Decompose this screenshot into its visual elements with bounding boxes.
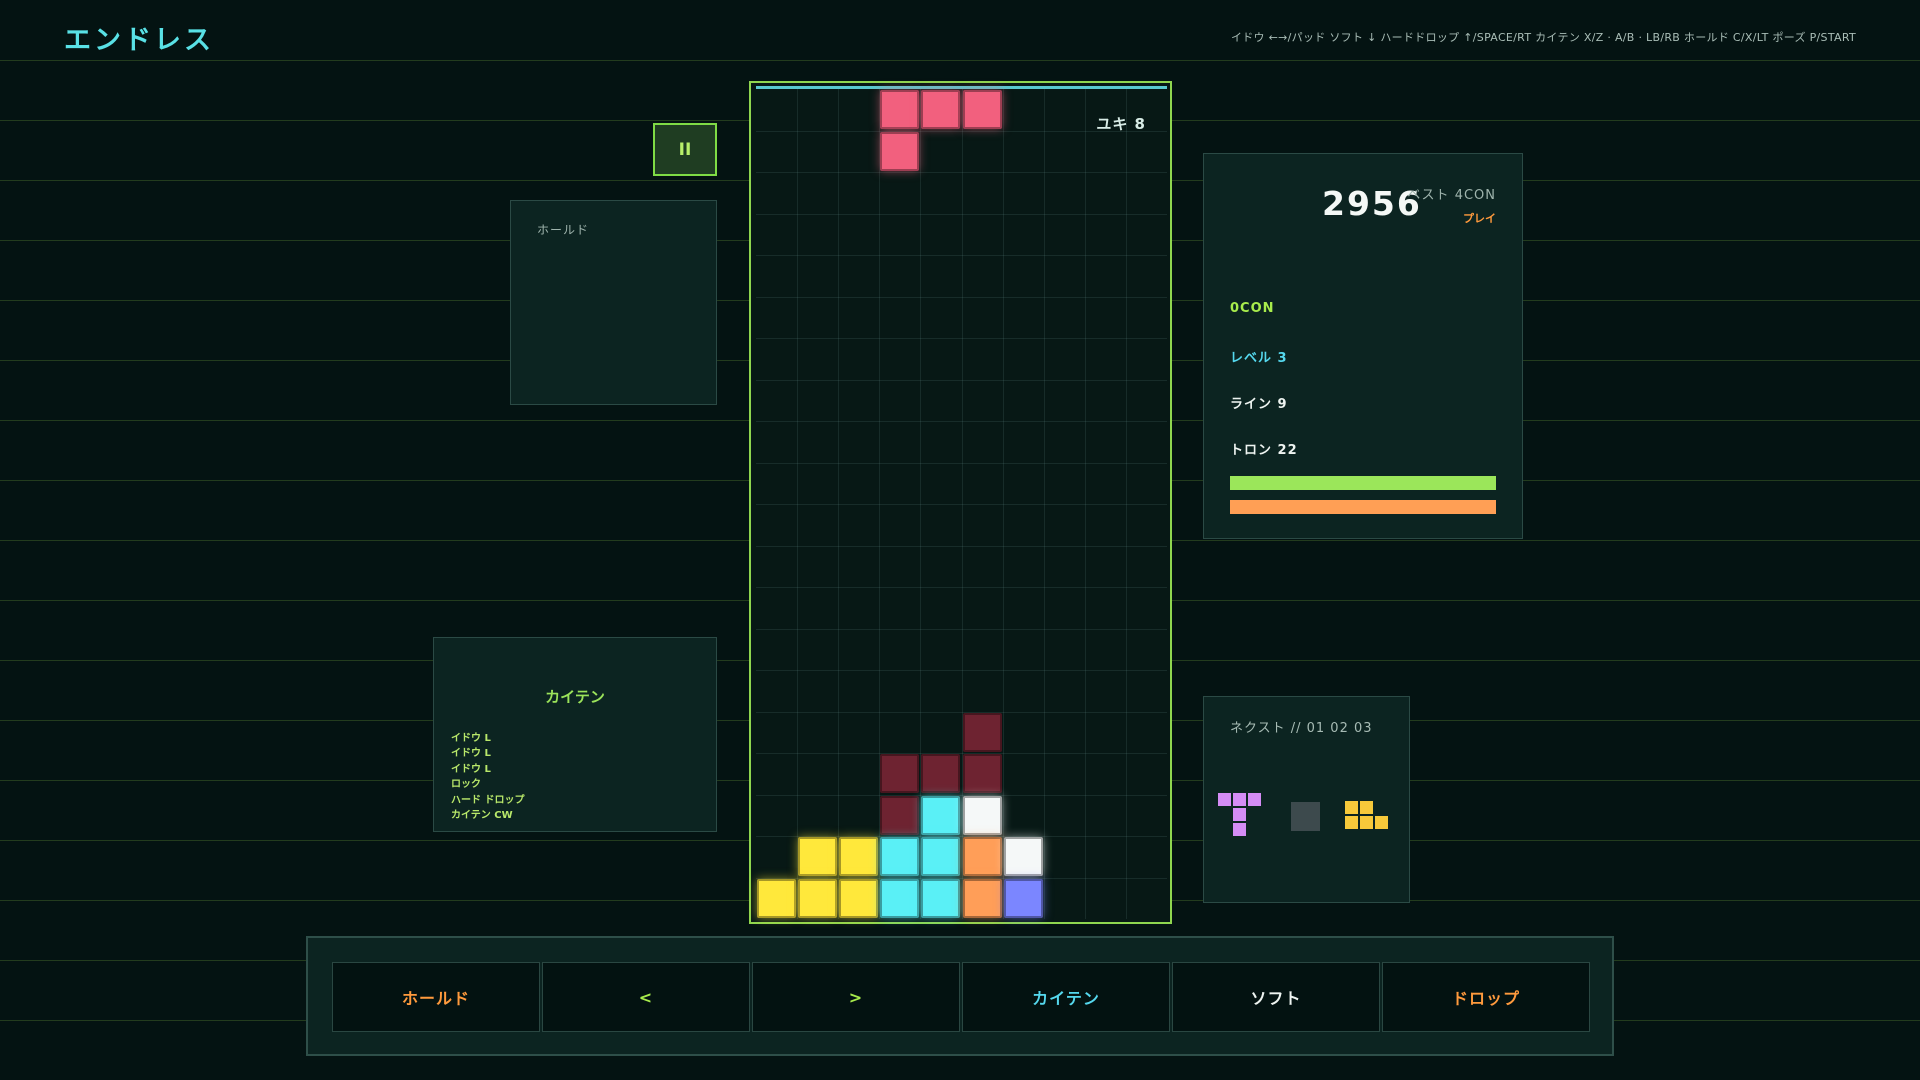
locked-cell (921, 754, 961, 793)
grid-line (756, 628, 1167, 630)
locked-cell (921, 837, 961, 876)
hold-panel: ホールド (510, 200, 717, 405)
log-entry: イドウ L (451, 763, 491, 775)
locked-cell (921, 878, 961, 918)
move-left-button[interactable]: < (542, 962, 750, 1032)
grid-line (756, 504, 1167, 505)
action-log-title: カイテン (545, 688, 605, 706)
grid-line (756, 462, 1167, 464)
locked-cell (1003, 837, 1043, 876)
locked-cell (880, 754, 920, 793)
progress-bar-orange (1230, 500, 1496, 514)
next-piece-cell (1218, 793, 1231, 806)
active-piece-cell (921, 90, 961, 129)
hold-label: ホールド (537, 223, 590, 237)
stats-panel: 2956 ベスト 4CON プレイ 0CON レベル 3 ライン 9 トロン 2… (1203, 153, 1523, 539)
grid-line (756, 379, 1167, 381)
combo-stat: 0CON (1230, 301, 1275, 316)
next-piece-cell (1360, 816, 1373, 829)
locked-cell (839, 878, 879, 918)
locked-cell (757, 878, 796, 918)
best-combo: ベスト 4CON (1407, 188, 1496, 203)
page-title: エンドレス (64, 25, 214, 56)
grid-line (756, 794, 1167, 796)
grid-line (756, 213, 1167, 215)
next-panel: ネクスト // 01 02 03 (1203, 696, 1410, 903)
grid-line (756, 172, 1167, 173)
next-piece-cell (1233, 793, 1246, 806)
grid-line (756, 338, 1167, 339)
next-piece-cell (1360, 801, 1373, 814)
next-piece-cell (1233, 808, 1246, 821)
soft-drop-button[interactable]: ソフト (1172, 962, 1380, 1032)
active-piece-cell (880, 90, 920, 129)
action-log-panel: カイテン イドウ L イドウ L イドウ L ロック ハード ドロップ カイテン… (433, 637, 717, 832)
grid-line (756, 255, 1167, 256)
move-right-button[interactable]: > (752, 962, 960, 1032)
grid-line (756, 545, 1167, 547)
locked-cell (1003, 878, 1043, 918)
next-piece-cell (1345, 816, 1358, 829)
log-entry: ロック (451, 779, 481, 791)
next-piece-cell (1375, 816, 1388, 829)
tron-stat: トロン 22 (1230, 443, 1298, 458)
locked-cell (880, 878, 920, 918)
mode-label: プレイ (1463, 212, 1496, 225)
controls-hint: イドウ ←→/パッド ソフト ↓ ハードドロップ ↑/SPACE/RT カイテン… (1230, 31, 1856, 44)
locked-cell (962, 712, 1002, 752)
next-piece-cell (1233, 823, 1246, 836)
log-entry: イドウ L (451, 748, 491, 760)
next-piece-cell (1291, 802, 1320, 831)
next-piece-cell (1248, 793, 1261, 806)
game-board[interactable]: ユキ 8 (749, 81, 1172, 924)
locked-cell (798, 878, 838, 918)
locked-cell (921, 795, 961, 835)
active-piece-cell (962, 90, 1002, 129)
action-log-list: イドウ L イドウ L イドウ L ロック ハード ドロップ カイテン CW (451, 731, 524, 823)
progress-bar-green (1230, 476, 1496, 490)
hard-drop-button[interactable]: ドロップ (1382, 962, 1590, 1032)
rotate-button[interactable]: カイテン (962, 962, 1170, 1032)
level-stat: レベル 3 (1230, 351, 1288, 366)
locked-cell (798, 837, 838, 876)
grid-line (756, 753, 1167, 754)
locked-cell (880, 795, 920, 835)
grid-line (756, 711, 1167, 713)
log-entry: ハード ドロップ (451, 794, 525, 806)
next-piece-cell (1345, 801, 1358, 814)
grid-line (756, 130, 1167, 132)
active-piece-cell (880, 131, 920, 171)
locked-cell (962, 795, 1002, 835)
log-entry: カイテン CW (451, 810, 513, 822)
locked-cell (839, 837, 879, 876)
locked-cell (962, 837, 1002, 876)
lines-stat: ライン 9 (1230, 397, 1288, 412)
pause-button[interactable]: II (653, 123, 717, 176)
grid-line (756, 670, 1167, 671)
locked-cell (880, 837, 920, 876)
locked-cell (962, 878, 1002, 918)
grid-line (756, 296, 1167, 298)
locked-cell (962, 754, 1002, 793)
background-line (0, 60, 1920, 61)
hold-button[interactable]: ホールド (332, 962, 540, 1032)
next-label: ネクスト // 01 02 03 (1230, 721, 1373, 736)
control-bar: ホールド < > カイテン ソフト ドロップ (306, 936, 1614, 1056)
grid-line (756, 421, 1167, 422)
grid-line (756, 587, 1167, 588)
log-entry: イドウ L (451, 733, 491, 744)
